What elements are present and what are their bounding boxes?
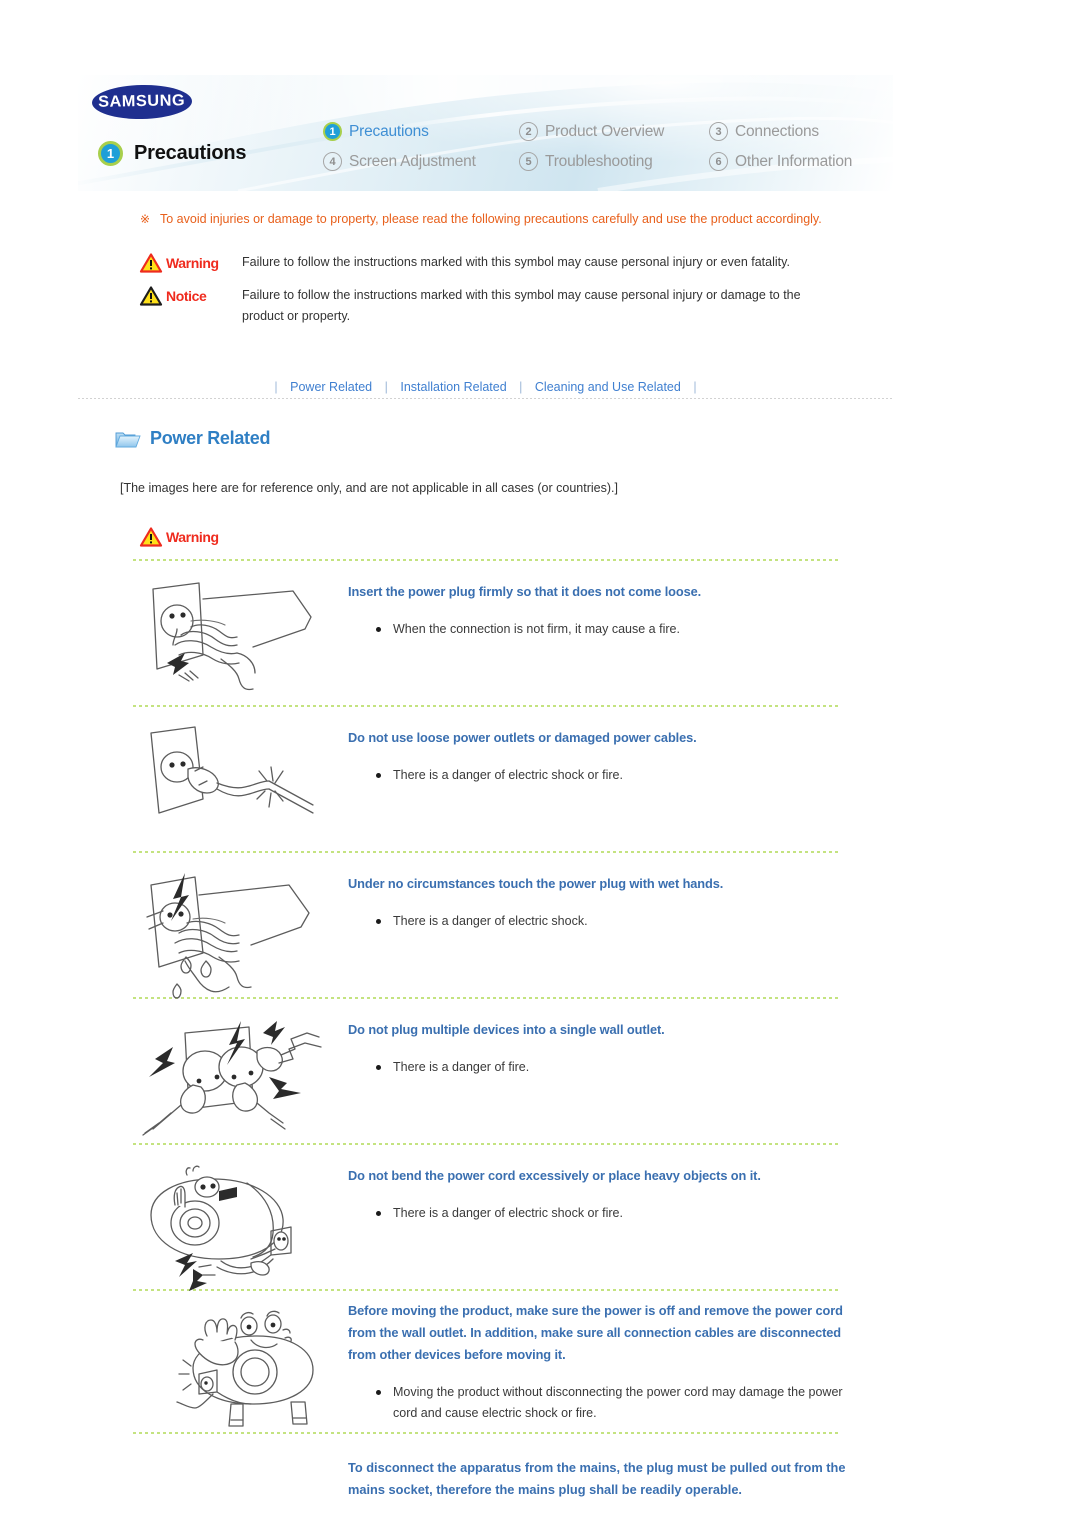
precaution-bullets-3: There is a danger of electric shock. [376, 911, 853, 932]
legend-warning-text: Failure to follow the instructions marke… [242, 255, 790, 269]
nav-number-icon-5: 5 [519, 152, 538, 171]
precaution-bullets-1: When the connection is not firm, it may … [376, 619, 853, 640]
precaution-bullets-4: There is a danger of fire. [376, 1057, 853, 1078]
reference-note: [The images here are for reference only,… [120, 481, 618, 495]
notice-triangle-icon [139, 286, 163, 306]
legend-notice-text: Failure to follow the instructions marke… [242, 288, 801, 323]
samsung-logo-text: SAMSUNG [98, 92, 186, 111]
subnav-separator-1: | [384, 380, 388, 394]
page-title-text: Precautions [134, 142, 247, 164]
warning-section-label: Warning [166, 529, 219, 545]
precaution-bullet-6-0: Moving the product without disconnecting… [376, 1382, 853, 1424]
nav-item-troubleshooting[interactable]: 5 Troubleshooting [519, 152, 709, 171]
legend-notice-label-group: Notice [139, 285, 242, 307]
legend-warning-row: Warning Failure to follow the instructio… [139, 252, 842, 274]
nav-number-icon-2: 2 [519, 122, 538, 141]
legend-notice-row: Notice Failure to follow the instruction… [139, 285, 842, 327]
precaution-row-4: Do not plug multiple devices into a sing… [133, 1015, 853, 1145]
nav-item-precautions[interactable]: 1 Precautions [323, 122, 519, 141]
subnav-link-power-related[interactable]: Power Related [290, 380, 372, 394]
nav-label-2: Product Overview [545, 122, 665, 140]
precaution-row-3: Under no circumstances touch the power p… [133, 869, 853, 999]
nav-label-4: Screen Adjustment [349, 152, 476, 170]
precaution-row-2: Do not use loose power outlets or damage… [133, 723, 853, 843]
intro-note-text: To avoid injuries or damage to property,… [160, 212, 822, 226]
precaution-text-4: Do not plug multiple devices into a sing… [348, 1015, 853, 1145]
precaution-bullets-5: There is a danger of electric shock or f… [376, 1203, 853, 1224]
precaution-row-6: Before moving the product, make sure the… [133, 1296, 853, 1443]
subnav-separator-2: | [519, 380, 523, 394]
divider-0 [133, 559, 838, 561]
nav-item-screen-adjustment[interactable]: 4 Screen Adjustment [323, 152, 519, 171]
hand-inserting-plug-into-outlet-icon [133, 577, 348, 697]
warning-section-header: Warning [139, 527, 219, 547]
precaution-text-3: Under no circumstances touch the power p… [348, 869, 853, 999]
chapter-nav: 1 Precautions 2 Product Overview 3 Conne… [323, 122, 852, 171]
legend-notice-label: Notice [166, 288, 207, 304]
divider-2 [133, 851, 838, 853]
nav-number-icon-3: 3 [709, 122, 728, 141]
heavy-object-on-power-cord-icon [133, 1161, 348, 1291]
precaution-row-1: Insert the power plug firmly so that it … [133, 577, 853, 697]
nav-label-3: Connections [735, 122, 819, 140]
precaution-text-5: Do not bend the power cord excessively o… [348, 1161, 853, 1291]
precaution-bullet-3-0: There is a danger of electric shock. [376, 911, 853, 932]
subsection-nav: | Power Related | Installation Related |… [78, 380, 893, 394]
nav-number-icon-4: 4 [323, 152, 342, 171]
multiple-plugs-single-outlet-icon [133, 1015, 348, 1145]
precaution-title-2: Do not use loose power outlets or damage… [348, 730, 697, 745]
subnav-divider [78, 398, 893, 399]
damaged-power-cable-in-outlet-icon [133, 723, 348, 843]
subnav-separator-3: | [693, 380, 697, 394]
warning-triangle-icon [139, 253, 163, 273]
subnav-link-cleaning-and-use-related[interactable]: Cleaning and Use Related [535, 380, 681, 394]
mains-disconnect-note: To disconnect the apparatus from the mai… [348, 1460, 846, 1497]
reference-mark-icon: ※ [140, 212, 151, 226]
unplug-before-moving-product-icon [133, 1296, 348, 1443]
precaution-bullet-4-0: There is a danger of fire. [376, 1057, 853, 1078]
warning-triangle-icon [139, 527, 163, 547]
subnav-link-installation-related[interactable]: Installation Related [400, 380, 506, 394]
page-header-banner: SAMSUNG 1 Precautions 1 Precautions 2 Pr… [78, 75, 893, 191]
nav-label-5: Troubleshooting [545, 152, 653, 170]
nav-label-1: Precautions [349, 122, 429, 140]
section-heading: Power Related [115, 428, 270, 449]
precaution-title-4: Do not plug multiple devices into a sing… [348, 1022, 665, 1037]
section-title: Power Related [150, 428, 271, 448]
precaution-text-6: Before moving the product, make sure the… [348, 1296, 853, 1443]
legend-warning-label: Warning [166, 255, 219, 271]
precaution-title-5: Do not bend the power cord excessively o… [348, 1168, 761, 1183]
nav-label-6: Other Information [735, 152, 853, 170]
precaution-bullets-6: Moving the product without disconnecting… [376, 1382, 853, 1424]
page-title: 1 Precautions [98, 141, 246, 166]
precaution-row-5: Do not bend the power cord excessively o… [133, 1161, 853, 1291]
legend-warning-label-group: Warning [139, 252, 242, 274]
wet-hand-touching-plug-icon [133, 869, 348, 999]
nav-number-icon-6: 6 [709, 152, 728, 171]
precaution-bullet-1-0: When the connection is not firm, it may … [376, 619, 853, 640]
nav-number-icon-1: 1 [323, 122, 342, 141]
precaution-title-6: Before moving the product, make sure the… [348, 1303, 843, 1362]
nav-item-other-information[interactable]: 6 Other Information [709, 152, 852, 171]
intro-note: ※ To avoid injuries or damage to propert… [140, 209, 860, 229]
precaution-bullet-5-0: There is a danger of electric shock or f… [376, 1203, 853, 1224]
precaution-text-1: Insert the power plug firmly so that it … [348, 577, 853, 697]
page-number-badge: 1 [98, 141, 123, 166]
precaution-bullet-2-0: There is a danger of electric shock or f… [376, 765, 853, 786]
precaution-text-2: Do not use loose power outlets or damage… [348, 723, 853, 843]
nav-item-connections[interactable]: 3 Connections [709, 122, 852, 141]
precaution-bullets-2: There is a danger of electric shock or f… [376, 765, 853, 786]
divider-1 [133, 705, 838, 707]
precaution-title-3: Under no circumstances touch the power p… [348, 876, 724, 891]
precaution-title-1: Insert the power plug firmly so that it … [348, 584, 702, 599]
nav-item-product-overview[interactable]: 2 Product Overview [519, 122, 709, 141]
subnav-separator-0: | [274, 380, 278, 394]
folder-icon [115, 428, 141, 449]
